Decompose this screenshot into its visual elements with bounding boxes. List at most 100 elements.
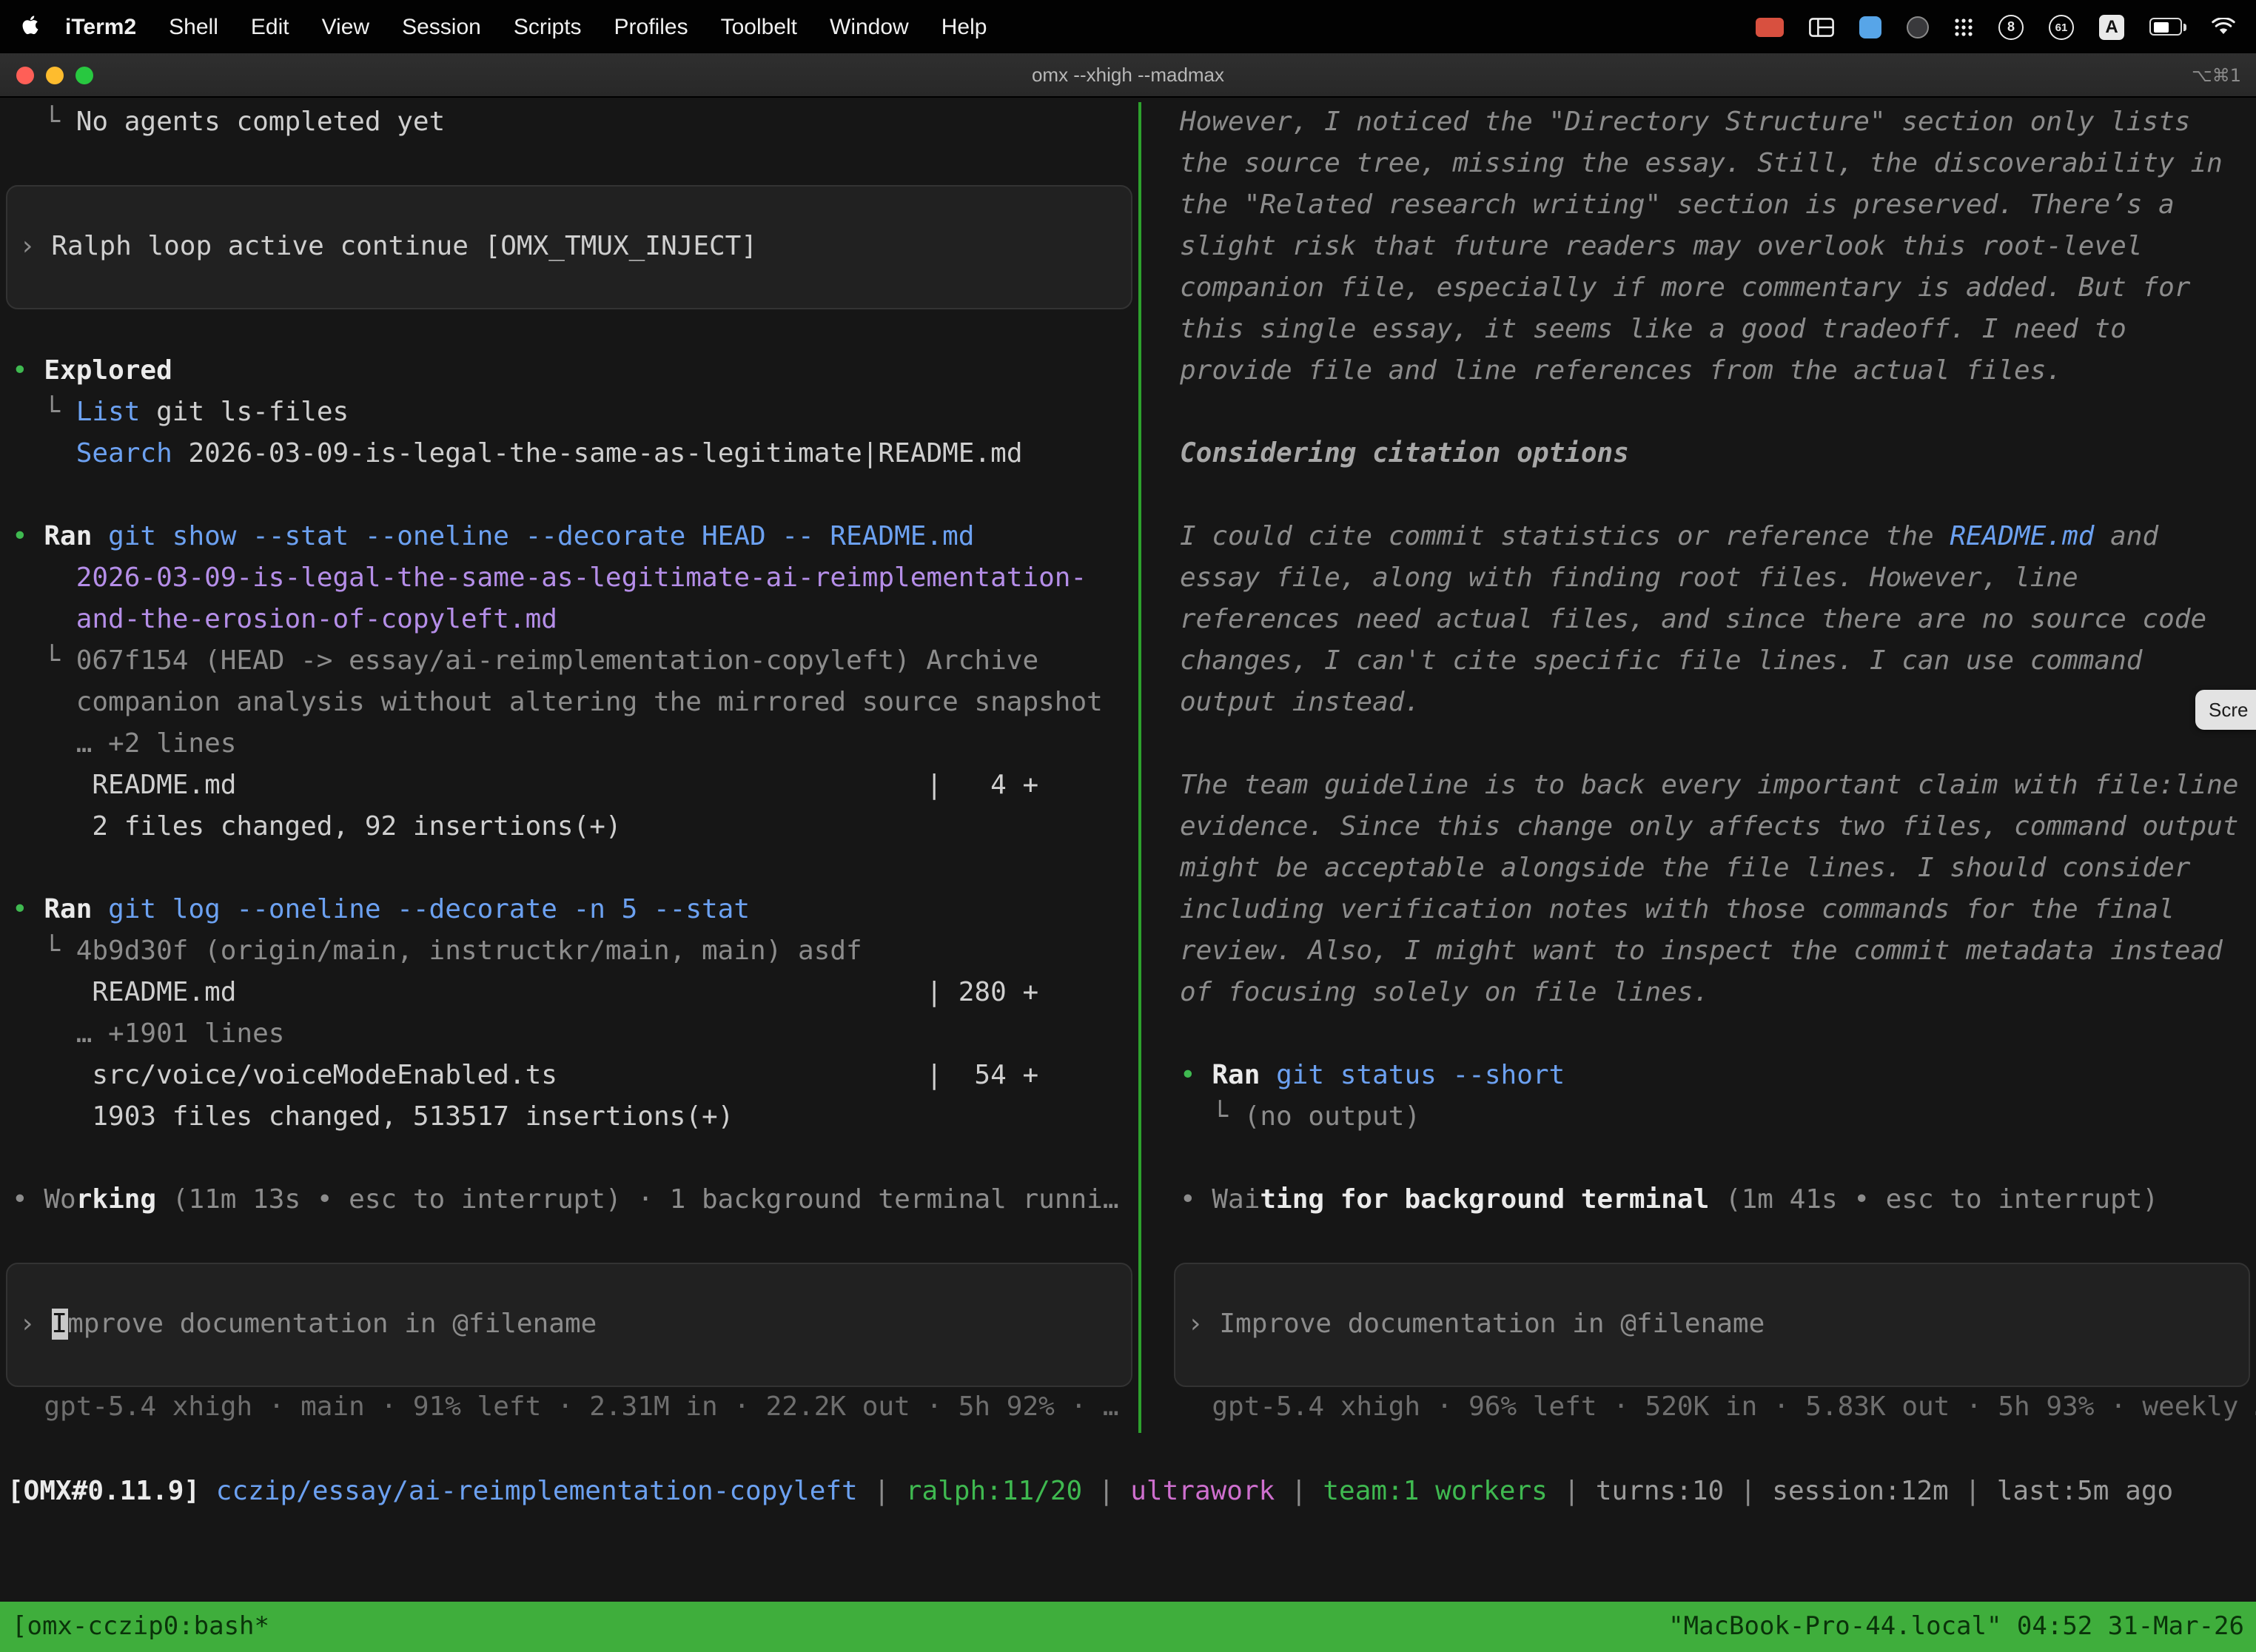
- screen-recording-indicator[interactable]: [1756, 17, 1784, 36]
- terminal-line: [0, 848, 1138, 890]
- terminal-line: essay file, along with finding root file…: [1168, 558, 2256, 600]
- menu-help[interactable]: Help: [925, 14, 1004, 39]
- menu-toolbelt[interactable]: Toolbelt: [705, 14, 813, 39]
- terminal-line: changes, I can't cite specific file line…: [1168, 641, 2256, 682]
- blue-app-icon[interactable]: [1859, 16, 1881, 38]
- pane-left[interactable]: └ No agents completed yet › Ralph loop a…: [0, 102, 1138, 1433]
- terminal-line: [0, 309, 1138, 351]
- prompt-input[interactable]: › Improve documentation in @filename: [6, 1263, 1132, 1387]
- terminal-line: • Explored: [0, 351, 1138, 392]
- terminal-line: • Ran git log --oneline --decorate -n 5 …: [0, 890, 1138, 931]
- terminal-line: this single essay, it seems like a good …: [1168, 309, 2256, 351]
- terminal-line: [0, 475, 1138, 517]
- screen: iTerm2ShellEditViewSessionScriptsProfile…: [0, 0, 2256, 1652]
- terminal-line: references need actual files, and since …: [1168, 600, 2256, 641]
- menu-items: iTerm2ShellEditViewSessionScriptsProfile…: [49, 14, 1003, 39]
- terminal-line: [1168, 1138, 2256, 1180]
- terminal-line: gpt-5.4 xhigh · 96% left · 520K in · 5.8…: [1168, 1387, 2256, 1428]
- terminal-line: and-the-erosion-of-copyleft.md: [0, 600, 1138, 641]
- tmux-session-label: [omx-cczip0:bash*: [12, 1602, 269, 1652]
- minimize-button[interactable]: [46, 66, 64, 84]
- terminal-panes: └ No agents completed yet › Ralph loop a…: [0, 98, 2256, 1433]
- dark-app-icon[interactable]: [1907, 16, 1929, 38]
- terminal-line: the source tree, missing the essay. Stil…: [1168, 144, 2256, 185]
- terminal-line: However, I noticed the "Directory Struct…: [1168, 102, 2256, 144]
- battery-gauge-icon[interactable]: 61: [2049, 14, 2074, 39]
- terminal-line: 2026-03-09-is-legal-the-same-as-legitima…: [0, 558, 1138, 600]
- terminal-line: I could cite commit statistics or refere…: [1168, 517, 2256, 558]
- terminal-line: The team guideline is to back every impo…: [1168, 765, 2256, 807]
- tmux-status-bar: [omx-cczip0:bash* "MacBook-Pro-44.local"…: [0, 1602, 2256, 1652]
- terminal-line: › Improve documentation in @filename: [7, 1304, 1131, 1346]
- ralph-loop-banner: › Ralph loop active continue [OMX_TMUX_I…: [6, 185, 1132, 309]
- terminal-line: output instead.: [1168, 682, 2256, 724]
- terminal-line: • Working (11m 13s • esc to interrupt) ·…: [0, 1180, 1138, 1221]
- terminal-line: [1168, 724, 2256, 765]
- terminal-line: Search 2026-03-09-is-legal-the-same-as-l…: [0, 434, 1138, 475]
- terminal-line: › Ralph loop active continue [OMX_TMUX_I…: [7, 226, 1131, 268]
- terminal-line: └ 067f154 (HEAD -> essay/ai-reimplementa…: [0, 641, 1138, 682]
- close-button[interactable]: [16, 66, 34, 84]
- terminal-line: slight risk that future readers may over…: [1168, 226, 2256, 268]
- password-manager-icon[interactable]: 8: [1998, 14, 2024, 39]
- menu-scripts[interactable]: Scripts: [497, 14, 598, 39]
- battery-icon[interactable]: [2149, 18, 2186, 36]
- terminal-line: └ List git ls-files: [0, 392, 1138, 434]
- apple-menu-icon[interactable]: [21, 15, 40, 38]
- terminal-line: src/voice/voiceModeEnabled.ts | 54 +: [0, 1055, 1138, 1097]
- input-source-icon[interactable]: A: [2099, 14, 2124, 39]
- terminal-line: companion analysis without altering the …: [0, 682, 1138, 724]
- terminal-line: companion file, especially if more comme…: [1168, 268, 2256, 309]
- window-manager-icon[interactable]: [1809, 17, 1834, 36]
- menu-view[interactable]: View: [306, 14, 386, 39]
- terminal-line: [0, 144, 1138, 185]
- dots-grid-icon[interactable]: [1954, 17, 1973, 36]
- terminal-line: README.md | 280 +: [0, 973, 1138, 1014]
- zoom-button[interactable]: [75, 66, 93, 84]
- terminal-line: 1903 files changed, 513517 insertions(+): [0, 1097, 1138, 1138]
- terminal-line: [OMX#0.11.9] cczip/essay/ai-reimplementa…: [0, 1471, 2256, 1513]
- omx-status-line: [OMX#0.11.9] cczip/essay/ai-reimplementa…: [0, 1471, 2256, 1513]
- menu-profiles[interactable]: Profiles: [598, 14, 705, 39]
- terminal-line: [1168, 475, 2256, 517]
- window-title-bar[interactable]: omx --xhigh --madmax ⌥⌘1: [0, 53, 2256, 98]
- terminal-line: gpt-5.4 xhigh · main · 91% left · 2.31M …: [0, 1387, 1138, 1428]
- terminal-line: … +2 lines: [0, 724, 1138, 765]
- terminal-line: › Improve documentation in @filename: [1175, 1304, 2249, 1346]
- menu-shell[interactable]: Shell: [152, 14, 235, 39]
- terminal-line: └ 4b9d30f (origin/main, instructkr/main,…: [0, 931, 1138, 973]
- terminal-line: • Ran git status --short: [1168, 1055, 2256, 1097]
- prompt-input[interactable]: › Improve documentation in @filename: [1174, 1263, 2250, 1387]
- terminal-line: review. Also, I might want to inspect th…: [1168, 931, 2256, 973]
- screen-share-tooltip[interactable]: Scre: [2195, 690, 2256, 730]
- menu-iterm2[interactable]: iTerm2: [49, 14, 152, 39]
- terminal-line: • Waiting for background terminal (1m 41…: [1168, 1180, 2256, 1221]
- terminal-line: … +1901 lines: [0, 1014, 1138, 1055]
- terminal-line: 2 files changed, 92 insertions(+): [0, 807, 1138, 848]
- terminal-line: might be acceptable alongside the file l…: [1168, 848, 2256, 890]
- terminal-line: [1168, 1221, 2256, 1263]
- terminal-line: [0, 1221, 1138, 1263]
- pane-right[interactable]: However, I noticed the "Directory Struct…: [1141, 102, 2256, 1433]
- wifi-icon[interactable]: [2212, 18, 2235, 36]
- terminal-line: • Ran git show --stat --oneline --decora…: [0, 517, 1138, 558]
- window-title: omx --xhigh --madmax: [0, 64, 2256, 86]
- terminal-line: including verification notes with those …: [1168, 890, 2256, 931]
- terminal-line: └ (no output): [1168, 1097, 2256, 1138]
- terminal-line: └ No agents completed yet: [0, 102, 1138, 144]
- terminal: └ No agents completed yet › Ralph loop a…: [0, 98, 2256, 1652]
- terminal-line: README.md | 4 +: [0, 765, 1138, 807]
- terminal-line: Considering citation options: [1168, 434, 2256, 475]
- traffic-lights: [0, 66, 93, 84]
- menu-edit[interactable]: Edit: [235, 14, 306, 39]
- terminal-line: [1168, 1014, 2256, 1055]
- menu-session[interactable]: Session: [386, 14, 497, 39]
- window-shortcut-badge: ⌥⌘1: [2192, 64, 2241, 85]
- terminal-line: [0, 1138, 1138, 1180]
- menu-window[interactable]: Window: [813, 14, 925, 39]
- tmux-host-time-label: "MacBook-Pro-44.local" 04:52 31-Mar-26: [1668, 1602, 2244, 1652]
- terminal-line: provide file and line references from th…: [1168, 351, 2256, 392]
- terminal-line: the "Related research writing" section i…: [1168, 185, 2256, 226]
- terminal-line: [1168, 392, 2256, 434]
- terminal-line: of focusing solely on file lines.: [1168, 973, 2256, 1014]
